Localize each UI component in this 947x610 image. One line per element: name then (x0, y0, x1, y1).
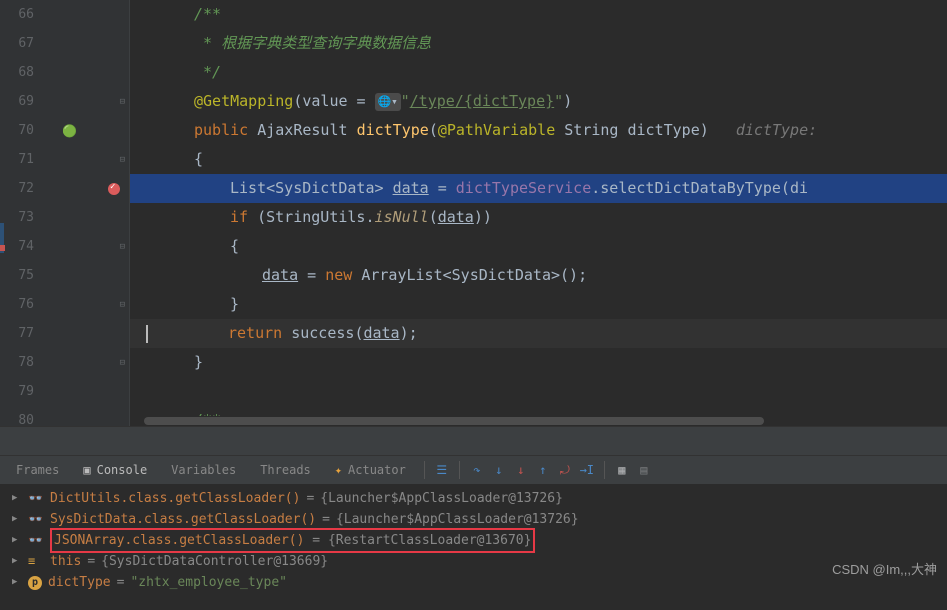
stack-icon[interactable]: ☰ (431, 459, 453, 481)
parameter-icon: p (28, 576, 42, 590)
code-line: @GetMapping(value = 🌐▾"/type/{dictType}"… (130, 87, 947, 116)
code-line: { (130, 145, 947, 174)
debug-toolbar: Frames ▣Console Variables Threads ✦Actua… (0, 456, 947, 484)
trace-icon[interactable]: ▤ (633, 459, 655, 481)
code-line-current: return success(data); (130, 319, 947, 348)
watch-icon: 👓 (28, 488, 44, 509)
step-over-icon[interactable]: ↷ (466, 459, 488, 481)
tab-variables[interactable]: Variables (159, 456, 248, 484)
debug-variables-panel: ▶ 👓 DictUtils.class.getClassLoader() = {… (0, 484, 947, 597)
watermark: CSDN @Im,,,大神 (832, 559, 937, 578)
chevron-right-icon[interactable]: ▶ (12, 488, 22, 509)
watch-icon: 👓 (28, 509, 44, 530)
code-line: public AjaxResult dictType(@PathVariable… (130, 116, 947, 145)
highlighted-variable: JSONArray.class.getClassLoader() = {Rest… (50, 528, 535, 553)
code-line: data = new ArrayList<SysDictData>(); (130, 261, 947, 290)
actuator-icon: ✦ (335, 463, 342, 477)
code-line: /** (130, 0, 947, 29)
chevron-right-icon[interactable]: ▶ (12, 572, 22, 593)
tab-actuator[interactable]: ✦Actuator (323, 456, 418, 484)
code-line: */ (130, 58, 947, 87)
chevron-right-icon[interactable]: ▶ (12, 551, 22, 572)
drop-frame-icon[interactable]: ⤾ (554, 459, 576, 481)
gutter-icons: 🟢 ⊟ ⊟ ⊟ ⊟ ⊟ (48, 0, 130, 426)
run-to-cursor-icon[interactable]: →I (576, 459, 598, 481)
horizontal-scrollbar[interactable] (130, 416, 947, 426)
variable-row[interactable]: ▶ ≡ this = {SysDictDataController@13669} (0, 551, 947, 572)
variable-row[interactable]: ▶ 👓 JSONArray.class.getClassLoader() = {… (0, 530, 947, 551)
watch-icon: 👓 (28, 530, 44, 551)
code-line: if (StringUtils.isNull(data)) (130, 203, 947, 232)
breakpoint-icon[interactable] (108, 174, 120, 203)
variable-row[interactable]: ▶ p dictType = "zhtx_employee_type" (0, 572, 947, 593)
line-number-gutter: 66 67 68 69 70 71 72 73 74 75 76 77 78 7… (0, 0, 48, 426)
tab-frames[interactable]: Frames (4, 456, 71, 484)
globe-icon[interactable]: 🌐▾ (375, 93, 401, 111)
step-into-icon[interactable]: ↓ (488, 459, 510, 481)
variable-row[interactable]: ▶ 👓 DictUtils.class.getClassLoader() = {… (0, 488, 947, 509)
tab-console[interactable]: ▣Console (71, 456, 159, 484)
code-line-breakpoint: List<SysDictData> data = dictTypeService… (130, 174, 947, 203)
evaluate-icon[interactable]: ▦ (611, 459, 633, 481)
code-content[interactable]: /** * 根据字典类型查询字典数据信息 */ @GetMapping(valu… (130, 0, 947, 426)
chevron-right-icon[interactable]: ▶ (12, 530, 22, 551)
force-step-into-icon[interactable]: ↓ (510, 459, 532, 481)
step-out-icon[interactable]: ↑ (532, 459, 554, 481)
code-line: } (130, 290, 947, 319)
chevron-right-icon[interactable]: ▶ (12, 509, 22, 530)
code-editor: 66 67 68 69 70 71 72 73 74 75 76 77 78 7… (0, 0, 947, 426)
run-gutter-icon[interactable]: 🟢 (62, 116, 77, 145)
console-icon: ▣ (83, 463, 90, 477)
field-icon: ≡ (28, 551, 44, 572)
code-line (130, 377, 947, 406)
code-line: } (130, 348, 947, 377)
code-line: { (130, 232, 947, 261)
tab-threads[interactable]: Threads (248, 456, 323, 484)
code-line: * 根据字典类型查询字典数据信息 (130, 29, 947, 58)
variable-row[interactable]: ▶ 👓 SysDictData.class.getClassLoader() =… (0, 509, 947, 530)
